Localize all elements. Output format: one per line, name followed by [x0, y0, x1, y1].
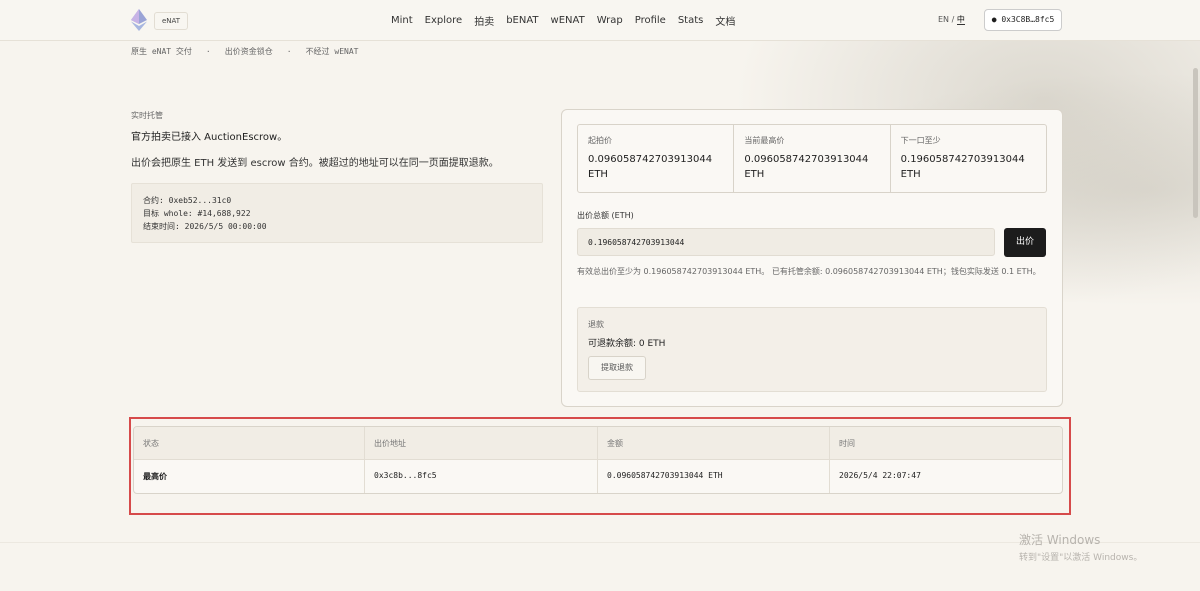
contract-address: 合约: 0xeb52...31c0 [143, 196, 232, 205]
nav-item-mint[interactable]: Mint [385, 15, 419, 26]
nav-item-auction[interactable]: 拍卖 [468, 13, 500, 28]
feature-native-delivery: 原生 eNAT 交付 [131, 47, 192, 56]
stat-starting-price: 起拍价 0.096058742703913044 ETH [578, 125, 735, 192]
bid-hint: 有效总出价至少为 0.196058742703913044 ETH。 已有托管余… [577, 267, 1041, 276]
feature-strip: 原生 eNAT 交付 · 出价资金锁仓 · 不经过 wENAT [131, 46, 358, 57]
brand-badge[interactable]: eNAT [154, 12, 188, 30]
contract-info-box: 合约: 0xeb52...31c0 目标 whole: #14,688,922 … [131, 183, 543, 243]
page-scrollbar[interactable] [1193, 68, 1198, 218]
nav-item-stats[interactable]: Stats [672, 15, 710, 26]
bid-amount-input[interactable]: 0.196058742703913044 [577, 228, 995, 256]
ethereum-logo-icon[interactable] [130, 9, 148, 31]
end-time: 结束时间: 2026/5/5 00:00:00 [143, 222, 267, 231]
nav-item-wrap[interactable]: Wrap [591, 15, 629, 26]
bid-panel: 起拍价 0.096058742703913044 ETH 当前最高价 0.096… [561, 109, 1063, 407]
intro-heading: 官方拍卖已接入 AuctionEscrow。 [131, 132, 288, 143]
feature-separator: · [286, 47, 292, 56]
nav-item-wenat[interactable]: wENAT [545, 15, 591, 26]
refund-section: 退款 可退款余额: 0 ETH 提取退款 [577, 307, 1047, 392]
auction-stats: 起拍价 0.096058742703913044 ETH 当前最高价 0.096… [577, 124, 1047, 193]
stat-value: 0.096058742703913044 ETH [744, 154, 869, 180]
bid-amount-label: 出价总额 (ETH) [577, 211, 634, 220]
stat-label: 下一口至少 [900, 136, 941, 145]
stat-current-highest: 当前最高价 0.096058742703913044 ETH [734, 125, 891, 192]
section-label: 实时托管 [131, 111, 163, 120]
watermark-subtitle: 转到"设置"以激活 Windows。 [1019, 553, 1143, 563]
stat-label: 当前最高价 [744, 136, 785, 145]
withdraw-refund-button[interactable]: 提取退款 [588, 356, 646, 380]
windows-activation-watermark: 激活 Windows 转到"设置"以激活 Windows。 [1019, 531, 1142, 563]
lang-zh[interactable]: 中 [956, 15, 965, 25]
refund-title: 退款 [588, 320, 604, 329]
nav-item-docs[interactable]: 文档 [709, 13, 741, 28]
intro-description: 出价会把原生 ETH 发送到 escrow 合约。被超过的地址可以在同一页面提取… [131, 158, 499, 169]
stat-value: 0.096058742703913044 ETH [588, 154, 713, 180]
nav-item-profile[interactable]: Profile [629, 15, 672, 26]
watermark-title: 激活 Windows [1019, 533, 1101, 547]
stat-value: 0.196058742703913044 ETH [900, 154, 1025, 180]
feature-bid-lock: 出价资金锁仓 [224, 47, 273, 56]
refund-balance: 可退款余额: 0 ETH [588, 339, 666, 349]
language-switch: EN / 中 [938, 14, 965, 25]
lang-separator: / [951, 15, 955, 24]
lang-en[interactable]: EN [938, 15, 949, 24]
stat-label: 起拍价 [588, 136, 612, 145]
nav-item-explore[interactable]: Explore [419, 15, 469, 26]
feature-separator: · [205, 47, 211, 56]
highlight-annotation [129, 417, 1071, 515]
stat-next-minimum: 下一口至少 0.196058742703913044 ETH [891, 125, 1046, 192]
top-navigation-bar: eNAT Mint Explore 拍卖 bENAT wENAT Wrap Pr… [0, 0, 1200, 41]
bid-button[interactable]: 出价 [1004, 228, 1046, 257]
feature-no-wenat: 不经过 wENAT [305, 47, 359, 56]
target-whole: 目标 whole: #14,688,922 [143, 209, 251, 218]
wallet-button[interactable]: ● 0x3C8B…8fc5 [984, 9, 1062, 31]
main-nav: Mint Explore 拍卖 bENAT wENAT Wrap Profile… [385, 0, 741, 40]
nav-item-benat[interactable]: bENAT [500, 15, 544, 26]
